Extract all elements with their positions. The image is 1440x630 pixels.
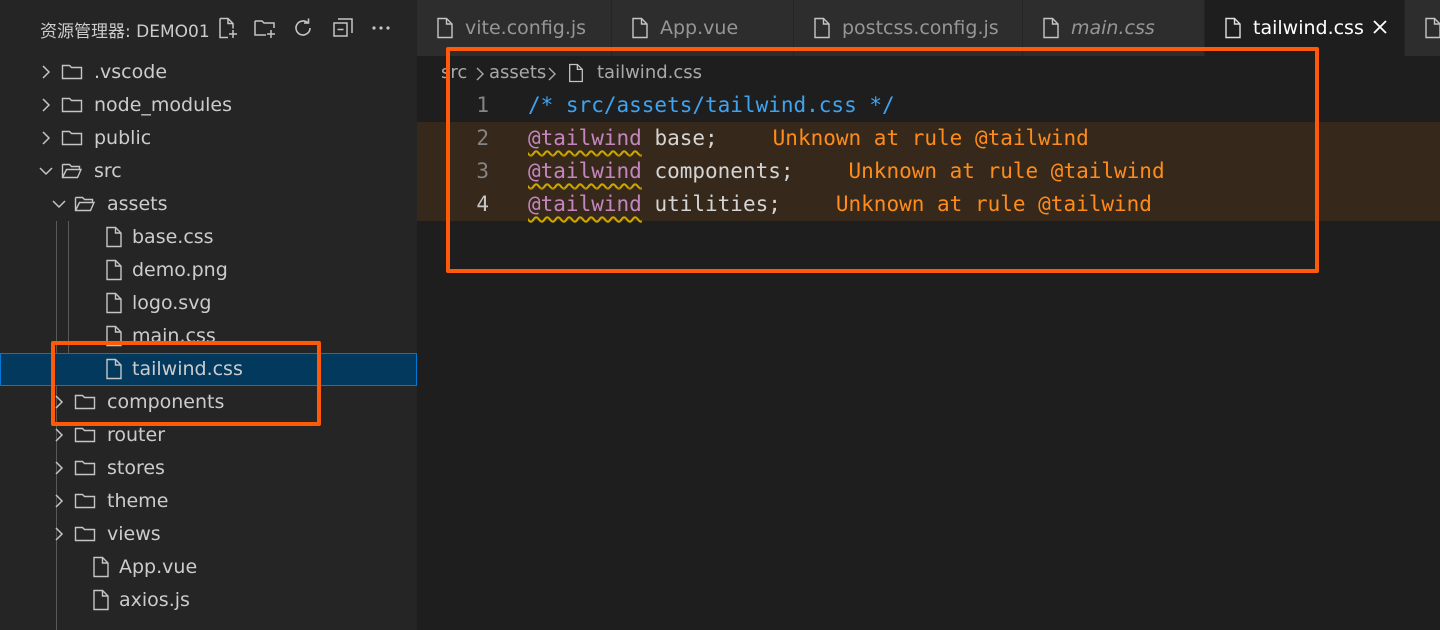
file-icon: [1225, 17, 1241, 39]
tab-label: tailwind.css: [1253, 17, 1364, 39]
tree-item-label: .vscode: [94, 61, 168, 83]
chevron-down-icon[interactable]: [51, 196, 67, 212]
explorer-header: 资源管理器: DEMO01: [0, 0, 417, 56]
tree-item-label: axios.js: [119, 589, 190, 611]
folder-open-icon: [61, 163, 83, 179]
tab-label: vite.config.js: [465, 17, 587, 39]
tree-folder-public[interactable]: public: [0, 122, 417, 155]
tab-label: postcss.config.js: [842, 17, 999, 39]
tree-item-label: base.css: [132, 226, 214, 248]
explorer-title: 资源管理器: DEMO01: [40, 22, 210, 42]
tab-overflow[interactable]: [1405, 0, 1440, 56]
tree-item-label: public: [94, 127, 152, 149]
highlight-box-editor: [446, 47, 1319, 273]
tree-item-label: node_modules: [94, 94, 233, 116]
tree-file-app-vue[interactable]: App.vue: [0, 551, 417, 584]
tree-item-label: src: [94, 160, 122, 182]
folder-icon: [74, 427, 96, 443]
chevron-right-icon[interactable]: [51, 493, 67, 509]
collapse-all-icon[interactable]: [330, 15, 356, 41]
folder-icon: [61, 97, 83, 113]
tree-item-label: logo.svg: [132, 292, 212, 314]
folder-icon: [74, 493, 96, 509]
tree-file-axios-js[interactable]: axios.js: [0, 584, 417, 617]
tree-item-label: views: [107, 523, 161, 545]
tree-file-demo-png[interactable]: demo.png: [0, 254, 417, 287]
tree-folder-vscode[interactable]: .vscode: [0, 56, 417, 89]
tree-item-label: assets: [107, 193, 168, 215]
explorer-sidebar: 资源管理器: DEMO01 .vscode node_modules publi…: [0, 0, 417, 630]
file-icon: [1043, 17, 1059, 39]
new-file-icon[interactable]: [214, 15, 240, 41]
tree-folder-theme[interactable]: theme: [0, 485, 417, 518]
file-icon: [93, 589, 109, 611]
folder-icon: [61, 130, 83, 146]
highlight-box-file: [51, 341, 321, 426]
tree-file-base-css[interactable]: base.css: [0, 221, 417, 254]
chevron-down-icon[interactable]: [38, 163, 54, 179]
file-icon: [93, 556, 109, 578]
tree-folder-stores[interactable]: stores: [0, 452, 417, 485]
file-icon: [437, 17, 453, 39]
close-icon[interactable]: [1369, 16, 1391, 38]
new-folder-icon[interactable]: [252, 15, 278, 41]
folder-icon: [61, 64, 83, 80]
chevron-right-icon[interactable]: [38, 97, 54, 113]
tree-folder-assets[interactable]: assets: [0, 188, 417, 221]
tab-label: main.css: [1071, 17, 1155, 39]
tree-item-label: stores: [107, 457, 165, 479]
tree-item-label: App.vue: [119, 556, 198, 578]
refresh-icon[interactable]: [290, 15, 316, 41]
tree-item-label: demo.png: [132, 259, 228, 281]
chevron-right-icon[interactable]: [51, 460, 67, 476]
tree-item-label: theme: [107, 490, 169, 512]
tab-label: App.vue: [660, 17, 739, 39]
file-icon: [814, 17, 830, 39]
chevron-right-icon[interactable]: [38, 64, 54, 80]
file-icon: [106, 259, 122, 281]
tree-folder-views[interactable]: views: [0, 518, 417, 551]
chevron-right-icon[interactable]: [38, 130, 54, 146]
file-icon: [1425, 17, 1440, 39]
folder-open-icon: [74, 196, 96, 212]
file-icon: [106, 226, 122, 248]
tree-folder-src[interactable]: src: [0, 155, 417, 188]
more-icon[interactable]: [368, 15, 394, 41]
file-icon: [632, 17, 648, 39]
folder-icon: [74, 460, 96, 476]
tree-item-label: router: [107, 424, 166, 446]
tree-folder-node-modules[interactable]: node_modules: [0, 89, 417, 122]
chevron-right-icon[interactable]: [51, 526, 67, 542]
chevron-right-icon[interactable]: [51, 427, 67, 443]
file-icon: [106, 292, 122, 314]
tree-file-logo-svg[interactable]: logo.svg: [0, 287, 417, 320]
folder-icon: [74, 526, 96, 542]
